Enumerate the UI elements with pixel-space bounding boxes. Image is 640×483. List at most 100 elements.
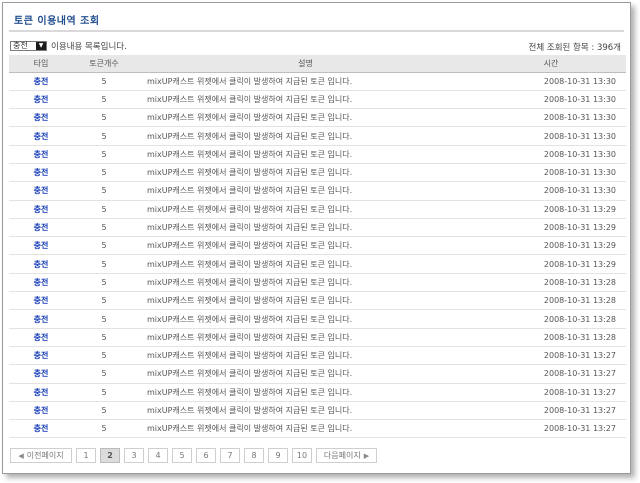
cell-description: mixUP캐스트 위젯에서 클릭이 발생하여 지급된 토큰 입니다. [135, 419, 476, 439]
cell-description: mixUP캐스트 위젯에서 클릭이 발생하여 지급된 토큰 입니다. [135, 90, 476, 110]
table-row: 충전 5 mixUP캐스트 위젯에서 클릭이 발생하여 지급된 토큰 입니다. 200… [9, 218, 626, 238]
cell-time: 2008-10-31 13:27 [476, 346, 626, 366]
cell-description: mixUP캐스트 위젯에서 클릭이 발생하여 지급된 토큰 입니다. [135, 383, 476, 402]
triangle-right-icon: ▶ [363, 451, 370, 460]
cell-type[interactable]: 충전 [9, 126, 73, 146]
cell-type[interactable]: 충전 [9, 291, 73, 311]
page-number-button[interactable]: 10 [292, 448, 312, 463]
table-row: 충전 5 mixUP캐스트 위젯에서 클릭이 발생하여 지급된 토큰 입니다. 200… [9, 273, 626, 293]
page-number-button[interactable]: 6 [196, 448, 216, 463]
cell-type[interactable]: 충전 [9, 108, 73, 128]
column-header-type: 타입 [9, 55, 73, 73]
next-page-button[interactable]: 다음페이지 ▶ [316, 448, 377, 463]
cell-description: mixUP캐스트 위젯에서 클릭이 발생하여 지급된 토큰 입니다. [135, 236, 476, 256]
cell-type[interactable]: 충전 [9, 346, 73, 366]
page-number-button[interactable]: 2 [100, 448, 120, 463]
cell-time: 2008-10-31 13:28 [476, 273, 626, 293]
cell-token-count: 5 [73, 72, 135, 91]
cell-type[interactable]: 충전 [9, 364, 73, 384]
cell-type[interactable]: 충전 [9, 309, 73, 329]
chevron-down-icon[interactable]: ▼ [36, 42, 46, 50]
token-usage-table: 타입 토큰개수 설명 시간 충전 5 mixUP캐스트 위젯에서 클릭이 발생하여 … [9, 55, 626, 439]
cell-time: 2008-10-31 13:30 [476, 72, 626, 91]
prev-page-label: 이전페이지 [26, 451, 64, 460]
page-number-button[interactable]: 8 [244, 448, 264, 463]
cell-type[interactable]: 충전 [9, 72, 73, 91]
cell-type[interactable]: 충전 [9, 254, 73, 274]
cell-token-count: 5 [73, 90, 135, 110]
type-filter-value: 충전 [13, 41, 28, 50]
cell-type[interactable]: 충전 [9, 163, 73, 183]
cell-token-count: 5 [73, 346, 135, 366]
cell-token-count: 5 [73, 328, 135, 347]
cell-description: mixUP캐스트 위젯에서 클릭이 발생하여 지급된 토큰 입니다. [135, 401, 476, 421]
page-number-button[interactable]: 3 [124, 448, 144, 463]
page-number-button[interactable]: 4 [148, 448, 168, 463]
cell-token-count: 5 [73, 364, 135, 384]
cell-description: mixUP캐스트 위젯에서 클릭이 발생하여 지급된 토큰 입니다. [135, 291, 476, 311]
page-number-list: 1 2 3 4 5 6 7 8 9 10 [76, 448, 312, 463]
cell-time: 2008-10-31 13:29 [476, 200, 626, 219]
cell-type[interactable]: 충전 [9, 90, 73, 110]
cell-description: mixUP캐스트 위젯에서 클릭이 발생하여 지급된 토큰 입니다. [135, 145, 476, 164]
cell-description: mixUP캐스트 위젯에서 클릭이 발생하여 지급된 토큰 입니다. [135, 200, 476, 219]
table-row: 충전 5 mixUP캐스트 위젯에서 클릭이 발생하여 지급된 토큰 입니다. 200… [9, 163, 626, 183]
cell-description: mixUP캐스트 위젯에서 클릭이 발생하여 지급된 토큰 입니다. [135, 181, 476, 201]
cell-token-count: 5 [73, 218, 135, 238]
cell-type[interactable]: 충전 [9, 419, 73, 439]
cell-type[interactable]: 충전 [9, 401, 73, 421]
prev-page-button[interactable]: ◀ 이전페이지 [10, 448, 72, 463]
page-number-button[interactable]: 1 [76, 448, 96, 463]
table-row: 충전 5 mixUP캐스트 위젯에서 클릭이 발생하여 지급된 토큰 입니다. 200… [9, 108, 626, 128]
token-usage-panel: 토큰 이용내역 조회 충전 ▼ 이용내용 목록입니다. 전체 조회된 항목 : … [2, 2, 631, 474]
cell-token-count: 5 [73, 126, 135, 146]
table-row: 충전 5 mixUP캐스트 위젯에서 클릭이 발생하여 지급된 토큰 입니다. 200… [9, 181, 626, 201]
cell-type[interactable]: 충전 [9, 328, 73, 347]
pagination: ◀ 이전페이지 1 2 3 4 5 6 7 8 9 10 다음페이지 ▶ [10, 448, 377, 463]
page-title: 토큰 이용내역 조회 [14, 16, 100, 27]
cell-description: mixUP캐스트 위젯에서 클릭이 발생하여 지급된 토큰 입니다. [135, 273, 476, 293]
table-row: 충전 5 mixUP캐스트 위젯에서 클릭이 발생하여 지급된 토큰 입니다. 200… [9, 236, 626, 256]
cell-type[interactable]: 충전 [9, 200, 73, 219]
table-row: 충전 5 mixUP캐스트 위젯에서 클릭이 발생하여 지급된 토큰 입니다. 200… [9, 309, 626, 329]
title-divider [9, 30, 624, 32]
page-number-button[interactable]: 7 [220, 448, 240, 463]
cell-description: mixUP캐스트 위젯에서 클릭이 발생하여 지급된 토큰 입니다. [135, 218, 476, 238]
table-row: 충전 5 mixUP캐스트 위젯에서 클릭이 발생하여 지급된 토큰 입니다. 200… [9, 200, 626, 219]
cell-time: 2008-10-31 13:28 [476, 291, 626, 311]
table-row: 충전 5 mixUP캐스트 위젯에서 클릭이 발생하여 지급된 토큰 입니다. 200… [9, 126, 626, 146]
cell-type[interactable]: 충전 [9, 181, 73, 201]
cell-token-count: 5 [73, 163, 135, 183]
cell-time: 2008-10-31 13:28 [476, 309, 626, 329]
cell-time: 2008-10-31 13:30 [476, 181, 626, 201]
column-header-count: 토큰개수 [73, 55, 135, 73]
page-number-button[interactable]: 9 [268, 448, 288, 463]
cell-description: mixUP캐스트 위젯에서 클릭이 발생하여 지급된 토큰 입니다. [135, 254, 476, 274]
cell-description: mixUP캐스트 위젯에서 클릭이 발생하여 지급된 토큰 입니다. [135, 72, 476, 91]
table-header-row: 타입 토큰개수 설명 시간 [9, 55, 626, 73]
table-row: 충전 5 mixUP캐스트 위젯에서 클릭이 발생하여 지급된 토큰 입니다. 200… [9, 145, 626, 164]
next-page-label: 다음페이지 [323, 451, 361, 460]
cell-description: mixUP캐스트 위젯에서 클릭이 발생하여 지급된 토큰 입니다. [135, 126, 476, 146]
cell-type[interactable]: 충전 [9, 218, 73, 238]
table-row: 충전 5 mixUP캐스트 위젯에서 클릭이 발생하여 지급된 토큰 입니다. 200… [9, 328, 626, 347]
page-number-button[interactable]: 5 [172, 448, 192, 463]
cell-token-count: 5 [73, 291, 135, 311]
cell-token-count: 5 [73, 401, 135, 421]
cell-time: 2008-10-31 13:27 [476, 419, 626, 439]
table-row: 충전 5 mixUP캐스트 위젯에서 클릭이 발생하여 지급된 토큰 입니다. 200… [9, 419, 626, 439]
cell-description: mixUP캐스트 위젯에서 클릭이 발생하여 지급된 토큰 입니다. [135, 364, 476, 384]
cell-time: 2008-10-31 13:30 [476, 145, 626, 164]
cell-description: mixUP캐스트 위젯에서 클릭이 발생하여 지급된 토큰 입니다. [135, 309, 476, 329]
cell-type[interactable]: 충전 [9, 273, 73, 293]
cell-time: 2008-10-31 13:28 [476, 328, 626, 347]
cell-type[interactable]: 충전 [9, 145, 73, 164]
cell-token-count: 5 [73, 200, 135, 219]
cell-type[interactable]: 충전 [9, 236, 73, 256]
total-count: 전체 조회된 항목 : 396개 [528, 43, 621, 53]
cell-time: 2008-10-31 13:30 [476, 126, 626, 146]
type-filter-select[interactable]: 충전 ▼ [10, 41, 47, 51]
column-header-description: 설명 [135, 55, 476, 73]
cell-type[interactable]: 충전 [9, 383, 73, 402]
cell-description: mixUP캐스트 위젯에서 클릭이 발생하여 지급된 토큰 입니다. [135, 346, 476, 366]
